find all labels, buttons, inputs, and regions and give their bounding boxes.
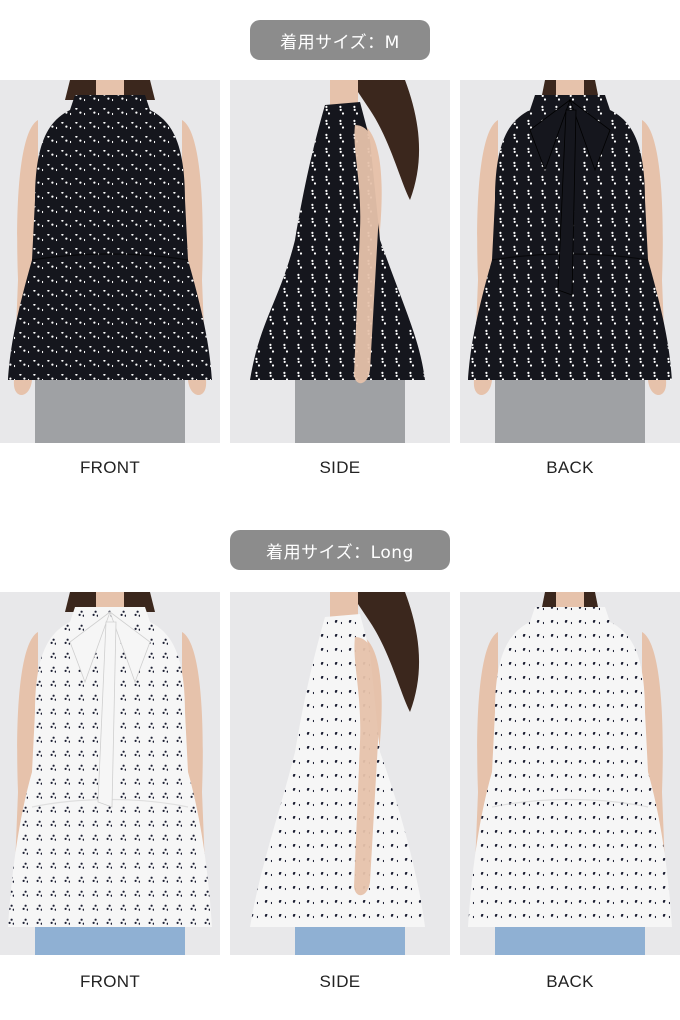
product-photo-front — [0, 80, 220, 443]
sleeveless-top-back-photo — [460, 592, 680, 955]
view-label-back: BACK — [546, 458, 594, 477]
view-label-back: BACK — [546, 972, 594, 991]
sleeveless-top-side-photo — [230, 80, 450, 443]
view-label-front: FRONT — [79, 972, 141, 991]
product-photo-back — [460, 80, 680, 443]
size-label-badge: 着用サイズ：Long — [230, 530, 450, 570]
product-photo-side — [230, 80, 450, 443]
size-label-text: 着用サイズ：Long — [266, 542, 414, 563]
sleeveless-top-back-photo — [460, 80, 680, 443]
product-photo-back — [460, 592, 680, 955]
sleeveless-top-side-photo — [230, 592, 450, 955]
product-photo-front — [0, 592, 220, 955]
view-label-front: FRONT — [79, 458, 141, 477]
sleeveless-top-front-photo — [0, 592, 220, 955]
product-photo-side — [230, 592, 450, 955]
view-label-side: SIDE — [319, 972, 361, 991]
size-label-text: 着用サイズ：M — [280, 32, 400, 53]
view-label-side: SIDE — [319, 458, 361, 477]
sleeveless-top-front-photo — [0, 80, 220, 443]
size-label-badge: 着用サイズ：M — [250, 20, 430, 60]
